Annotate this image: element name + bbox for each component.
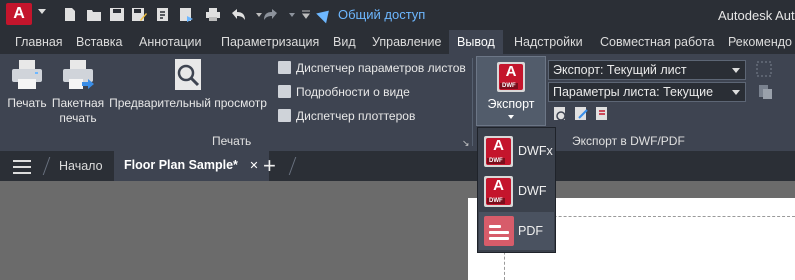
- chevron-down-icon: [508, 115, 514, 119]
- print-icon[interactable]: [205, 7, 221, 22]
- tab-addins[interactable]: Надстройки: [514, 30, 583, 54]
- hamburger-menu-icon[interactable]: [13, 160, 31, 174]
- app-logo[interactable]: A: [6, 3, 32, 25]
- document-tabs: Начало Floor Plan Sample* ✕ +: [0, 151, 795, 181]
- print-panel-title: Печать: [212, 134, 252, 148]
- tab-start[interactable]: Начало: [59, 159, 103, 173]
- tab-insert[interactable]: Вставка: [76, 30, 122, 54]
- tab-manage[interactable]: Управление: [372, 30, 442, 54]
- dwfx-icon: A DWF: [484, 136, 513, 167]
- preview-export-icon[interactable]: [552, 106, 568, 122]
- export-panel-title: Экспорт в DWF/PDF: [572, 134, 685, 148]
- customize-icon[interactable]: [298, 7, 310, 22]
- page-setup-small-icon[interactable]: [757, 84, 773, 100]
- app-menu-chevron-icon[interactable]: [38, 9, 46, 14]
- tab-home[interactable]: Главная: [15, 30, 63, 54]
- dwf-icon: A DWF: [497, 62, 525, 92]
- open-icon[interactable]: [86, 7, 102, 22]
- print-button[interactable]: Печать: [4, 58, 50, 111]
- tab-featured[interactable]: Рекомендо: [728, 30, 792, 54]
- new-icon[interactable]: [62, 7, 78, 22]
- publish-icon[interactable]: [155, 7, 171, 22]
- view-details-icon: [278, 85, 291, 98]
- preview-icon: [175, 59, 201, 90]
- print-preview-button[interactable]: Предварительный просмотр: [108, 58, 268, 111]
- save-icon[interactable]: [109, 7, 125, 22]
- printer-icon: [12, 60, 42, 89]
- export-dropdown-menu: A DWF DWFx A DWF DWF PDF: [477, 127, 556, 253]
- tab-divider: [42, 157, 51, 175]
- ribbon-panel: Печать Пакетная печать Предварительный п…: [0, 54, 795, 151]
- share-icon: [316, 5, 334, 24]
- export-label: Экспорт: [487, 97, 535, 111]
- new-tab-icon[interactable]: +: [263, 153, 276, 179]
- export-button[interactable]: A DWF Экспорт: [476, 56, 546, 126]
- select-window-icon[interactable]: [756, 61, 772, 77]
- view-details-button[interactable]: Подробности о виде: [278, 85, 410, 99]
- chevron-down-icon[interactable]: [284, 7, 295, 22]
- export-options-icon[interactable]: [573, 106, 589, 122]
- save-as-icon[interactable]: [131, 7, 147, 22]
- page-setup-icon: [278, 61, 291, 74]
- tab-view[interactable]: Вид: [333, 30, 356, 54]
- tab-divider: [288, 157, 297, 175]
- share-button[interactable]: Общий доступ: [316, 5, 425, 24]
- dwf-icon: A DWF: [484, 176, 513, 207]
- tab-parametric[interactable]: Параметризация: [221, 30, 319, 54]
- ribbon-tabs: Главная Вставка Аннотации Параметризация…: [0, 30, 795, 54]
- panel-divider: [472, 58, 473, 146]
- plotter-manager-button[interactable]: Диспетчер плоттеров: [278, 109, 415, 123]
- close-icon[interactable]: ✕: [249, 160, 258, 172]
- batch-print-icon: [63, 60, 94, 89]
- chevron-down-icon: [732, 90, 740, 95]
- export-dwfx-item[interactable]: A DWF DWFx: [479, 132, 554, 170]
- plotter-manager-icon: [278, 109, 291, 122]
- page-setup-select[interactable]: Параметры листа: Текущие: [548, 82, 746, 102]
- pdf-icon: [484, 216, 514, 246]
- redo-icon[interactable]: [263, 7, 279, 22]
- page-setup-manager-button[interactable]: Диспетчер параметров листов: [278, 61, 466, 75]
- panel-launcher-icon[interactable]: ↘: [462, 138, 470, 149]
- chevron-down-icon[interactable]: [251, 7, 262, 22]
- publish-icon[interactable]: [178, 7, 194, 22]
- title-bar: A Общий доступ Autodesk Auto: [0, 0, 795, 30]
- tab-output[interactable]: Вывод: [449, 30, 503, 54]
- export-settings-icon[interactable]: [594, 106, 610, 122]
- tab-annotate[interactable]: Аннотации: [139, 30, 201, 54]
- export-scope-select[interactable]: Экспорт: Текущий лист: [548, 60, 746, 80]
- tab-collaborate[interactable]: Совместная работа: [600, 30, 714, 54]
- export-pdf-item[interactable]: PDF: [479, 212, 554, 250]
- undo-icon[interactable]: [230, 7, 246, 22]
- tab-drawing-active[interactable]: Floor Plan Sample* ✕: [114, 151, 269, 181]
- chevron-down-icon: [732, 68, 740, 73]
- batch-print-button[interactable]: Пакетная печать: [51, 58, 105, 126]
- window-title: Autodesk Auto: [718, 8, 795, 23]
- export-dwf-item[interactable]: A DWF DWF: [479, 172, 554, 210]
